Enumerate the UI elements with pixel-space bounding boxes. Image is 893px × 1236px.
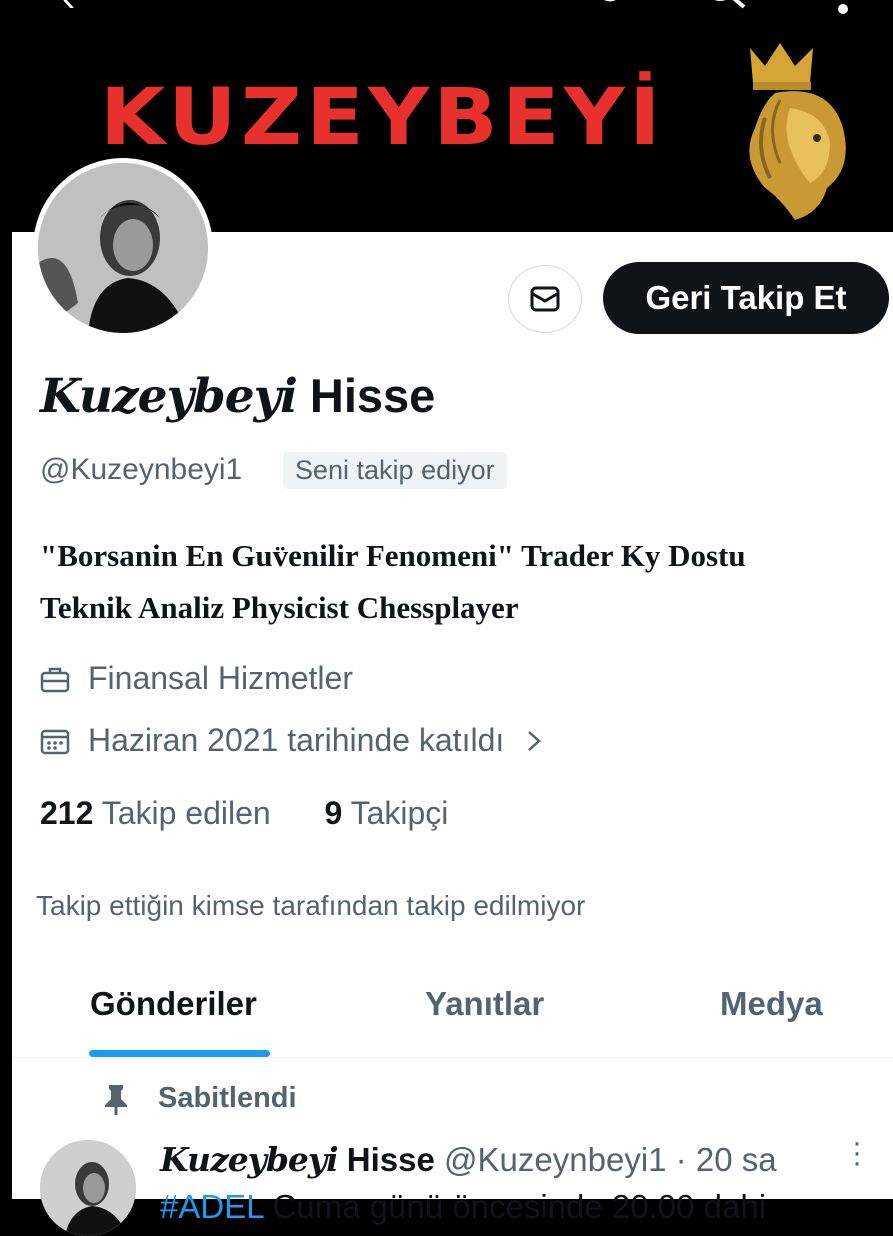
profile-category: Finansal Hizmetler (40, 660, 353, 697)
post-text: #ADEL Cuma günü öncesinde 20.00 dahi (160, 1188, 767, 1225)
bio-line: "Borsanin En Guv̈enilir Fenomeni" Trader… (40, 538, 746, 573)
mail-icon (530, 286, 560, 312)
lion-crown-logo (749, 43, 846, 220)
chevron-right-icon (528, 730, 542, 751)
profile-avatar[interactable] (33, 158, 213, 338)
profile-joined[interactable]: Haziran 2021 tarihinde katıldı (40, 722, 562, 759)
tab-media[interactable]: Medya (720, 985, 823, 1023)
profile-stats: 212 Takip edilen 9 Takipçi (40, 795, 448, 832)
profile-name: Kuzeybeyi Hisse (40, 369, 436, 424)
briefcase-icon (40, 667, 70, 692)
following-link[interactable]: 212 Takip edilen (40, 795, 271, 831)
tab-posts[interactable]: Gönderiler (90, 985, 257, 1023)
post-header: Kuzeybeyi Hisse @Kuzeynbeyi1 · 20 sa (160, 1140, 777, 1179)
active-tab-indicator (89, 1050, 270, 1057)
tab-replies[interactable]: Yanıtlar (425, 985, 544, 1023)
search-icon[interactable] (700, 0, 748, 20)
post-author-avatar[interactable] (40, 1140, 136, 1236)
follow-back-button[interactable]: Geri Takip Et (603, 262, 889, 334)
calendar-icon (40, 729, 70, 754)
back-arrow-icon[interactable]: ‹ (62, 0, 75, 18)
avatar (38, 163, 208, 333)
profile-bio: "Borsanin En Guv̈enilir Fenomeni" Trader… (40, 530, 880, 634)
followers-link[interactable]: 9 Takipçi (324, 795, 448, 831)
bio-line: Teknik Analiz Physicist Chessplayer (40, 590, 519, 625)
refresh-icon[interactable] (590, 0, 630, 20)
profile-handle: @Kuzeynbeyi1 (40, 453, 243, 486)
profile-tabs: Gönderiler Yanıtlar Medya (12, 965, 893, 1058)
post-handle: @Kuzeynbeyi1 (444, 1141, 667, 1178)
pin-icon (105, 1084, 127, 1115)
follows-you-badge: Seni takip ediyor (283, 452, 507, 489)
post-more-icon[interactable]: · · · (852, 1128, 862, 1178)
more-icon[interactable] (838, 4, 848, 14)
pinned-label: Sabitlendi (102, 1082, 297, 1115)
not-followed-note: Takip ettiğin kimse tarafından takip edi… (36, 890, 586, 921)
hashtag-link[interactable]: #ADEL (160, 1188, 263, 1225)
message-button[interactable] (508, 265, 582, 333)
banner-brand: KUZEYBEYİ (100, 73, 665, 163)
post-time: · 20 sa (666, 1141, 777, 1178)
